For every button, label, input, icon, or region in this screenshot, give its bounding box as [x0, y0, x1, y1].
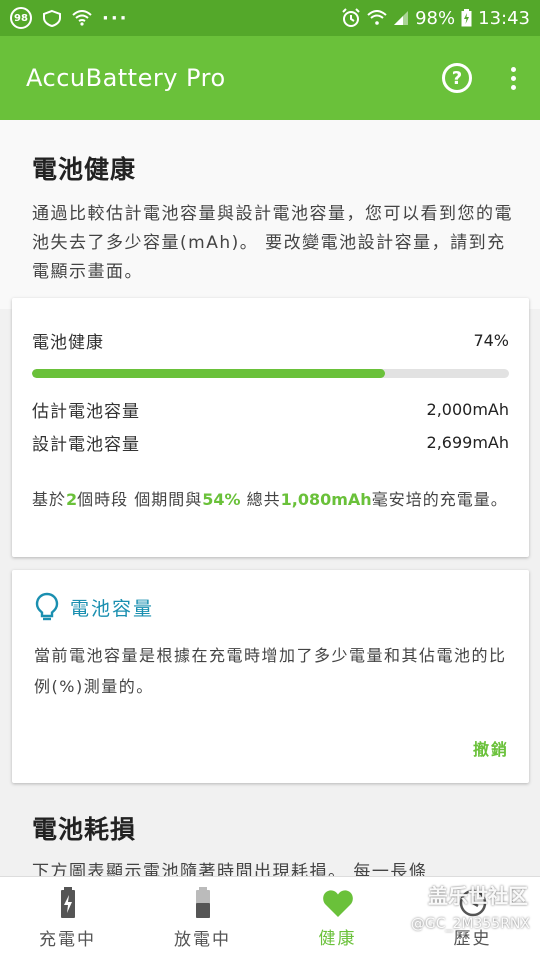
help-button[interactable]: ? [442, 63, 472, 93]
undo-button[interactable]: 撤銷 [473, 736, 509, 760]
app-bar: AccuBattery Pro ? [0, 36, 540, 120]
clock: 13:43 [478, 7, 530, 29]
design-capacity-value: 2,699mAh [426, 433, 509, 452]
wear-section: 電池耗損 下方圖表顯示電池隨著時間出現耗損。 每一長條 [32, 810, 512, 876]
session-count: 2 [66, 490, 78, 509]
capacity-tip-card: 電池容量 當前電池容量是根據在充電時增加了多少電量和其佔電池的比例(%)測量的。… [12, 570, 529, 783]
health-header: 電池健康 通過比較估計電池容量與設計電池容量，您可以看到您的電池失去了多少容量(… [0, 120, 540, 309]
help-icon: ? [451, 67, 463, 89]
battery-health-card: 電池健康 74% 估計電池容量 2,000mAh 設計電池容量 2,699mAh… [12, 298, 529, 557]
app-title: AccuBattery Pro [26, 64, 226, 92]
cell-signal-icon [394, 11, 409, 25]
wifi-signal-icon [367, 10, 387, 25]
design-capacity-label: 設計電池容量 [32, 435, 140, 455]
health-progress-fill [32, 369, 385, 378]
battery-charging-status-icon [461, 9, 472, 27]
heart-icon [322, 890, 353, 917]
estimated-capacity-value: 2,000mAh [426, 400, 509, 419]
overflow-menu-button[interactable] [508, 66, 518, 90]
estimated-capacity-label: 估計電池容量 [32, 402, 140, 422]
section-title-health: 電池健康 [32, 155, 137, 184]
watermark-handle: @GC_2M355RNX [410, 916, 530, 932]
battery-discharging-icon [195, 887, 210, 918]
charge-mah: 1,080mAh [280, 490, 372, 509]
health-summary: 基於2個時段 個期間與54% 總共1,080mAh毫安培的充電量。 [32, 490, 508, 509]
nav-label-health: 健康 [318, 929, 357, 949]
charge-percent: 54% [202, 490, 241, 509]
nav-label-charging: 充電中 [39, 930, 96, 950]
health-progress-bar [32, 369, 509, 378]
more-notifications-icon: ··· [102, 7, 129, 29]
tip-body: 當前電池容量是根據在充電時增加了多少電量和其佔電池的比例(%)測量的。 [34, 646, 507, 696]
nav-item-discharging[interactable]: 放電中 [135, 877, 270, 960]
nav-item-health[interactable]: 健康 [270, 877, 405, 960]
wear-description: 下方圖表顯示電池隨著時間出現耗損。 每一長條 [32, 862, 428, 876]
shield-wifi-icon [43, 9, 61, 27]
health-description: 通過比較估計電池容量與設計電池容量，您可以看到您的電池失去了多少容量(mAh)。… [32, 204, 513, 282]
battery-percent: 98% [415, 7, 456, 29]
more-vert-icon [510, 66, 516, 72]
nav-item-charging[interactable]: 充電中 [0, 877, 135, 960]
nav-label-discharging: 放電中 [174, 930, 231, 950]
wifi-icon [72, 10, 92, 26]
health-label: 電池健康 [32, 333, 104, 353]
battery-charging-icon [60, 887, 75, 918]
section-title-wear: 電池耗損 [32, 815, 137, 844]
watermark-logo: 盖乐世社区 [428, 884, 528, 908]
alarm-icon [342, 8, 360, 27]
health-value: 74% [473, 331, 509, 350]
health-content[interactable]: 電池健康 通過比較估計電池容量與設計電池容量，您可以看到您的電池失去了多少容量(… [0, 120, 540, 876]
tip-title: 電池容量 [70, 597, 155, 620]
lightbulb-icon [35, 592, 59, 621]
status-bar: 98 ··· 98% 13:43 [0, 0, 540, 36]
notification-badge-icon: 98 [10, 7, 32, 29]
